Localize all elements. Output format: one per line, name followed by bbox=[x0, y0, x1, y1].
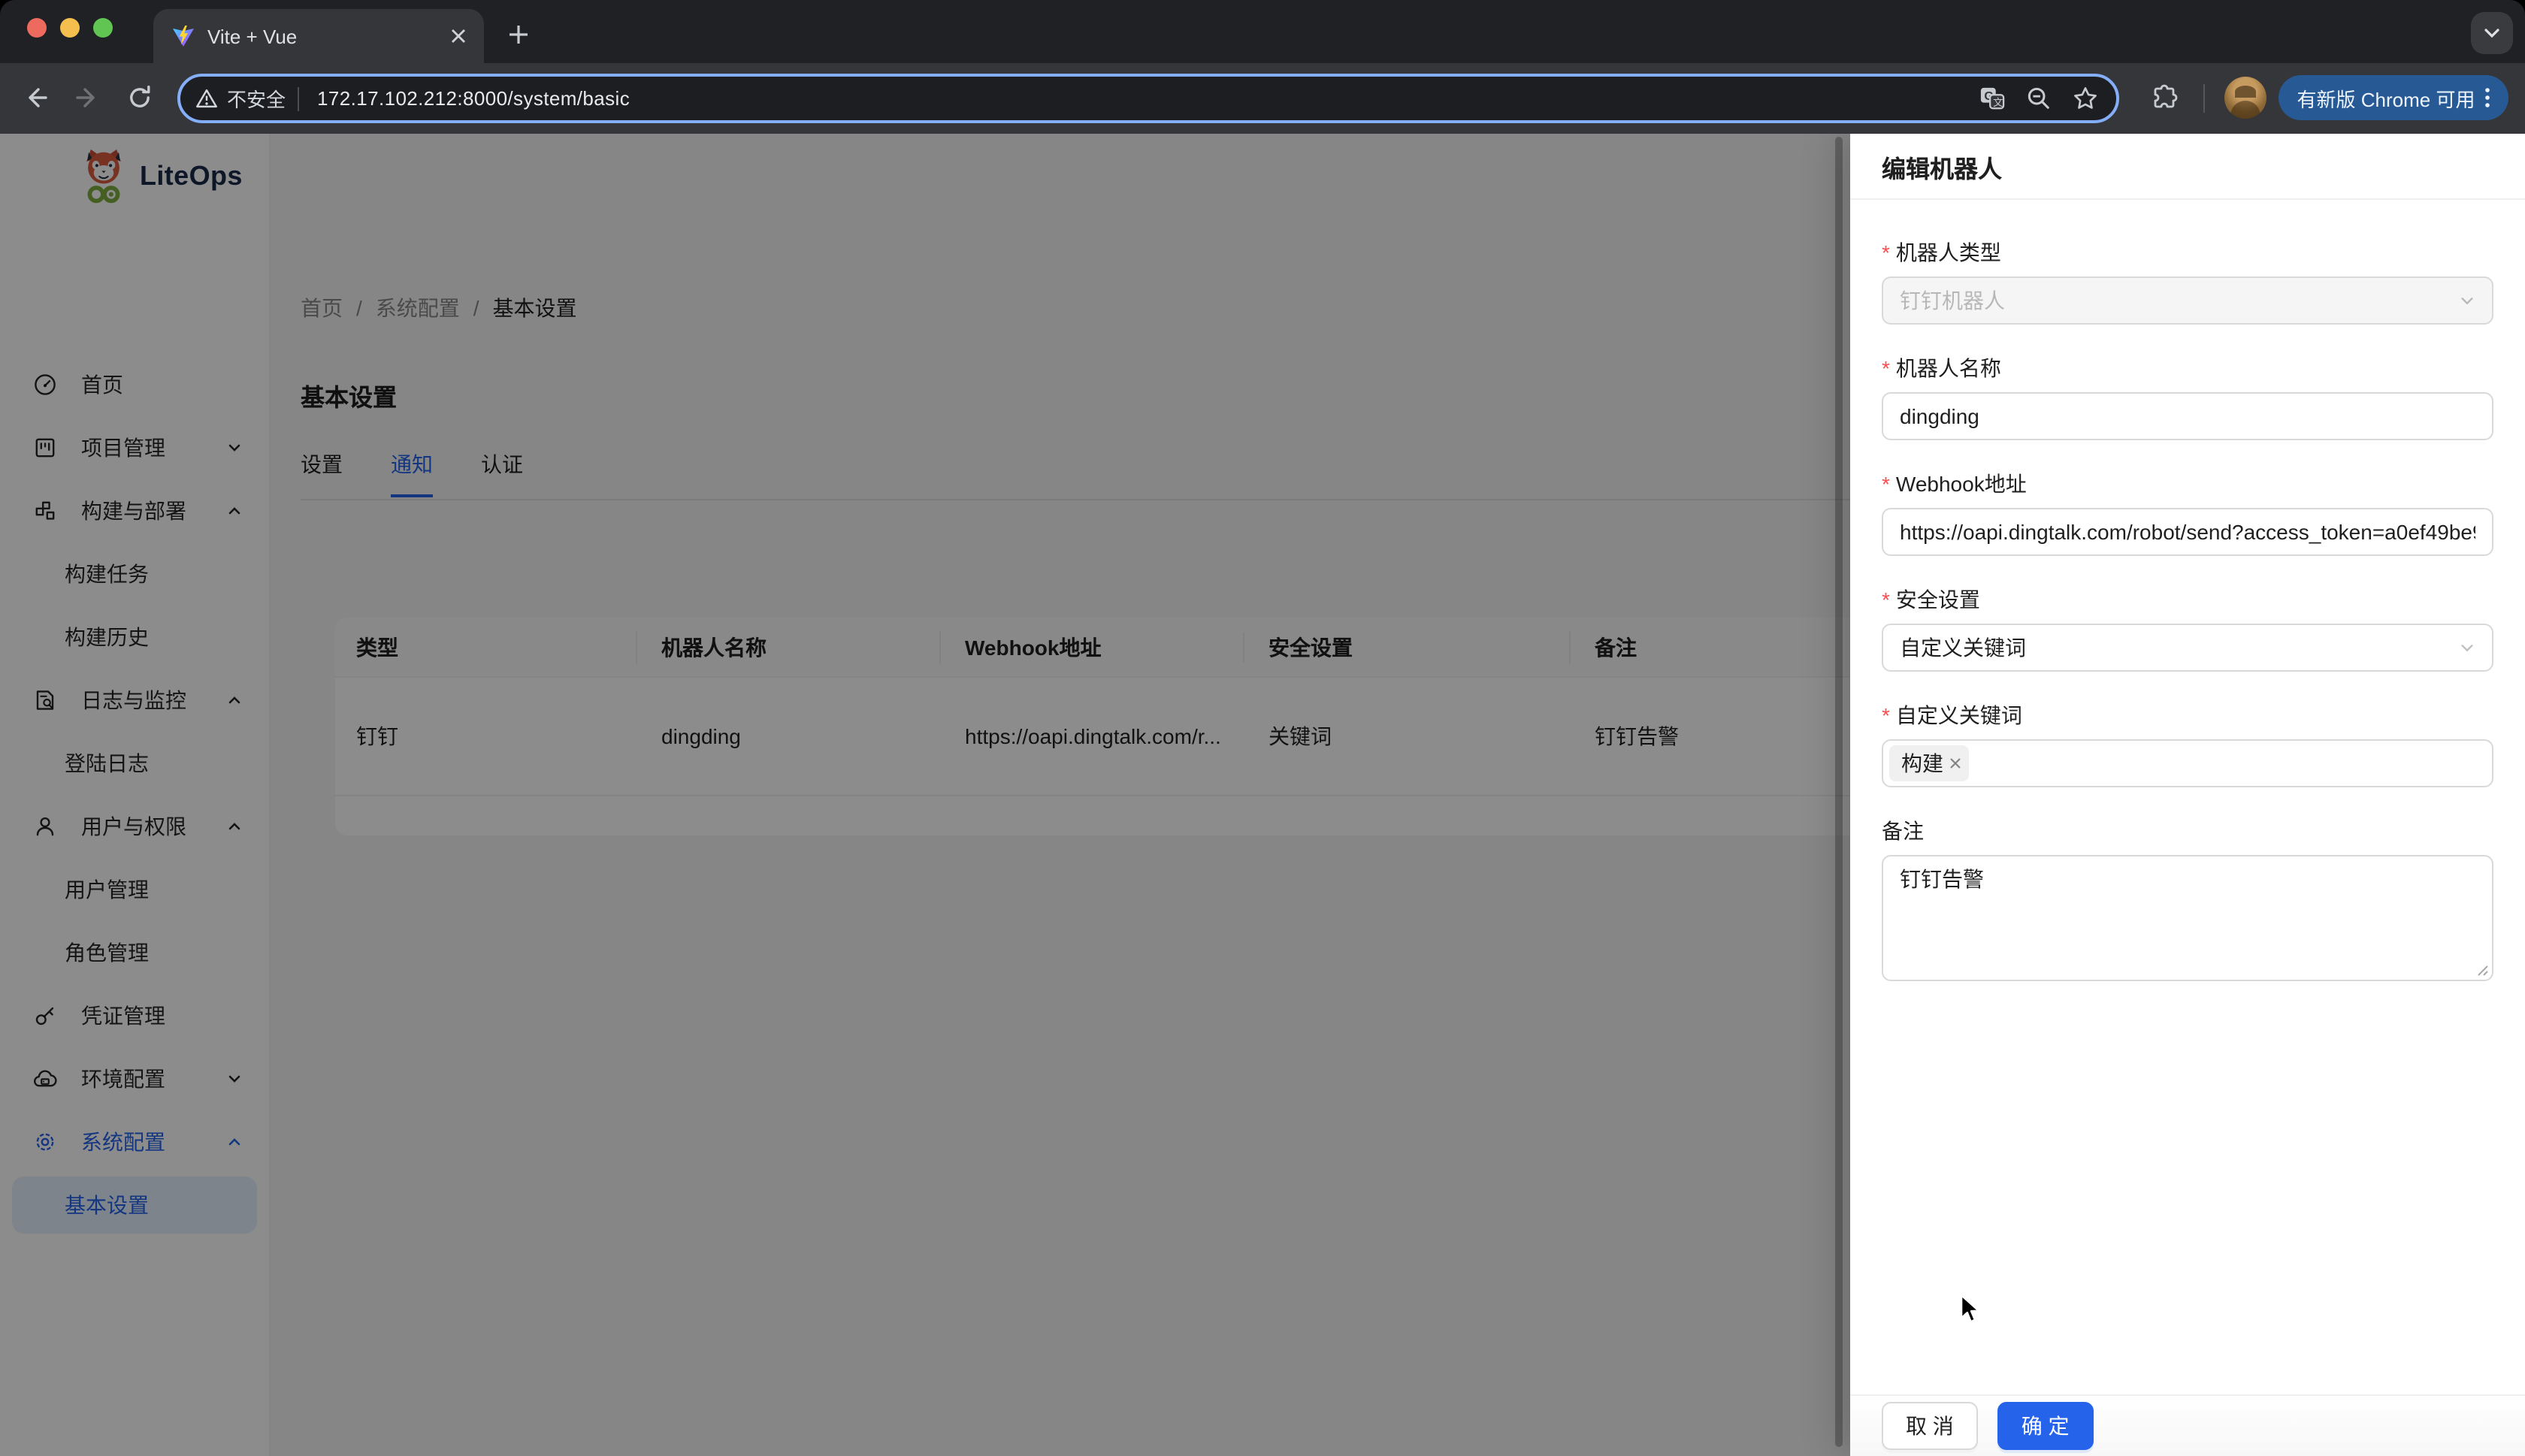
field-robot-type: * 机器人类型 钉钉机器人 bbox=[1882, 236, 2493, 325]
security-chip-label[interactable]: 不安全 bbox=[227, 84, 286, 113]
required-asterisk: * bbox=[1882, 240, 1890, 264]
robot-name-input[interactable]: dingding bbox=[1882, 392, 2493, 440]
field-webhook: * Webhook地址 https://oapi.dingtalk.com/rob… bbox=[1882, 467, 2493, 556]
kebab-menu-icon[interactable] bbox=[2484, 87, 2490, 108]
url-text[interactable]: 172.17.102.212:8000/system/basic bbox=[317, 87, 1979, 110]
macos-close-button[interactable] bbox=[27, 18, 47, 38]
forward-button[interactable] bbox=[62, 72, 113, 123]
chrome-update-chip[interactable]: 有新版 Chrome 可用 bbox=[2279, 75, 2508, 120]
chevron-down-icon bbox=[2459, 293, 2475, 310]
extensions-puzzle-icon[interactable] bbox=[2139, 72, 2190, 123]
tab-strip: Vite + Vue bbox=[0, 0, 2525, 63]
tab-close-icon[interactable] bbox=[445, 23, 472, 50]
zoom-out-icon[interactable] bbox=[2026, 86, 2052, 111]
remark-textarea[interactable]: 钉钉告警 bbox=[1882, 855, 2493, 981]
security-setting-select[interactable]: 自定义关键词 bbox=[1882, 624, 2493, 672]
drawer-title: 编辑机器人 bbox=[1850, 134, 2525, 200]
resize-handle-icon[interactable] bbox=[2475, 963, 2489, 977]
edit-robot-drawer: 编辑机器人 * 机器人类型 钉钉机器人 * 机器人名称 dingding * W… bbox=[1850, 134, 2525, 1456]
new-tab-button[interactable] bbox=[499, 15, 538, 54]
reload-button[interactable] bbox=[114, 72, 165, 123]
chevron-down-icon bbox=[2459, 640, 2475, 657]
robot-type-select: 钉钉机器人 bbox=[1882, 276, 2493, 325]
address-bar[interactable]: 不安全 172.17.102.212:8000/system/basic G 文 bbox=[177, 74, 2119, 123]
field-custom-keywords: * 自定义关键词 构建 bbox=[1882, 699, 2493, 787]
required-asterisk: * bbox=[1882, 588, 1890, 612]
field-remark: 备注 钉钉告警 bbox=[1882, 814, 2493, 981]
keyword-tag: 构建 bbox=[1889, 745, 1969, 781]
chrome-update-label: 有新版 Chrome 可用 bbox=[2297, 88, 2475, 110]
required-asterisk: * bbox=[1882, 472, 1890, 496]
browser-toolbar: 不安全 172.17.102.212:8000/system/basic G 文 bbox=[0, 63, 2525, 134]
macos-zoom-button[interactable] bbox=[93, 18, 113, 38]
required-asterisk: * bbox=[1882, 703, 1890, 727]
webhook-input[interactable]: https://oapi.dingtalk.com/robot/send?acc… bbox=[1882, 508, 2493, 556]
back-button[interactable] bbox=[11, 72, 62, 123]
page-scrollbar[interactable] bbox=[1835, 137, 1843, 1447]
bookmark-star-icon[interactable] bbox=[2073, 86, 2098, 111]
svg-text:文: 文 bbox=[1993, 97, 2003, 108]
field-security-setting: * 安全设置 自定义关键词 bbox=[1882, 583, 2493, 672]
field-robot-name: * 机器人名称 dingding bbox=[1882, 352, 2493, 440]
confirm-button[interactable]: 确 定 bbox=[1997, 1402, 2094, 1450]
browser-tab[interactable]: Vite + Vue bbox=[153, 9, 484, 63]
profile-avatar[interactable] bbox=[2224, 77, 2266, 119]
drawer-footer: 取 消 确 定 bbox=[1850, 1394, 2525, 1456]
browser-window: Vite + Vue 不安全 172.17.102.212:8000/syste… bbox=[0, 0, 2525, 1456]
translate-icon[interactable]: G 文 bbox=[1979, 86, 2005, 111]
tab-title: Vite + Vue bbox=[207, 25, 298, 47]
screen: Vite + Vue 不安全 172.17.102.212:8000/syste… bbox=[0, 0, 2525, 1456]
macos-minimize-button[interactable] bbox=[60, 18, 80, 38]
drawer-body: * 机器人类型 钉钉机器人 * 机器人名称 dingding * Webhook地址 bbox=[1850, 200, 2525, 1394]
toolbar-divider bbox=[2203, 84, 2205, 113]
cancel-button[interactable]: 取 消 bbox=[1882, 1402, 1978, 1450]
chip-divider bbox=[298, 86, 300, 110]
keywords-tag-input[interactable]: 构建 bbox=[1882, 739, 2493, 787]
tab-search-button[interactable] bbox=[2471, 12, 2513, 54]
vite-favicon-icon bbox=[171, 24, 195, 48]
required-asterisk: * bbox=[1882, 356, 1890, 380]
mouse-cursor bbox=[1960, 1294, 1982, 1325]
not-secure-warning-icon[interactable] bbox=[195, 87, 218, 110]
tag-close-icon[interactable] bbox=[1949, 757, 1961, 769]
app-page: LiteOps 首页 项目管理 构建与部署 构建任务 构建历史 日志与监控 登陆… bbox=[0, 134, 2525, 1456]
